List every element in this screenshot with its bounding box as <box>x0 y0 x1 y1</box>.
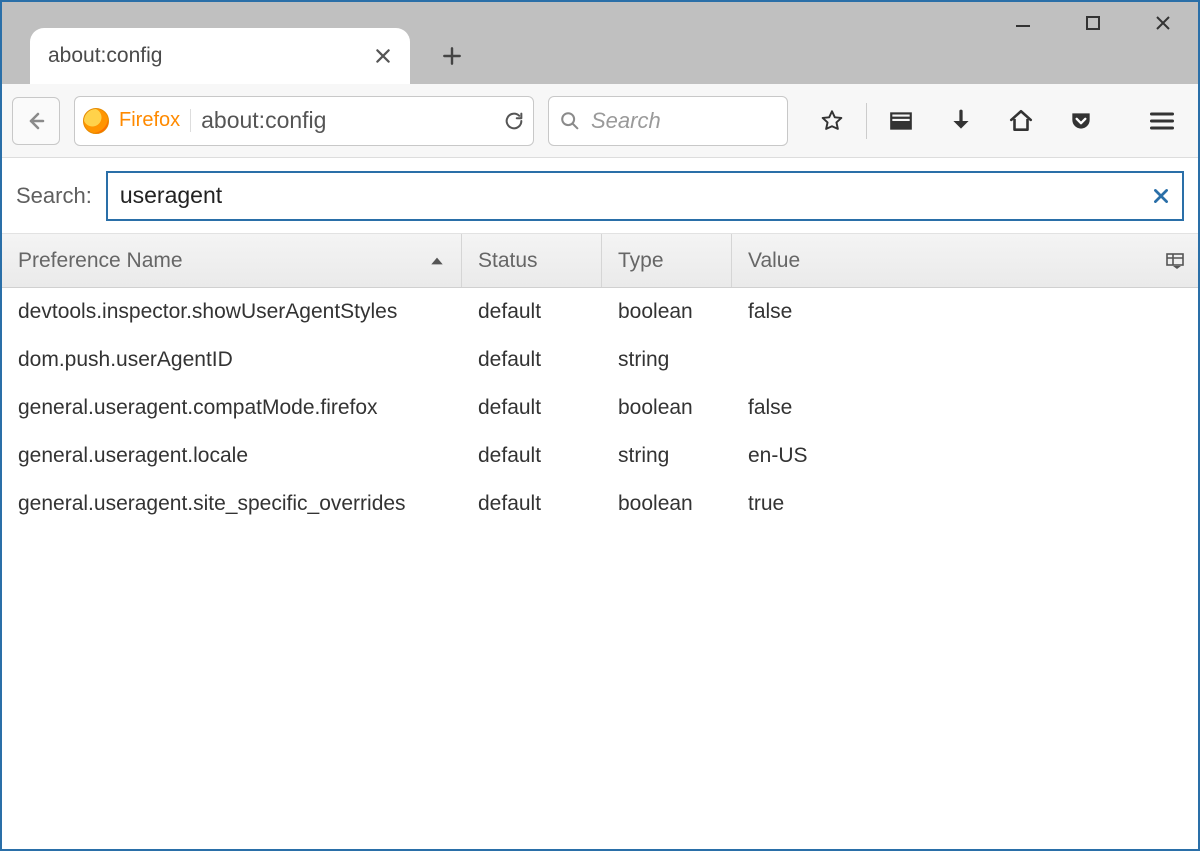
home-button[interactable] <box>995 95 1047 147</box>
cell-value: false <box>732 396 1198 420</box>
window-frame: about:config <box>0 0 1200 851</box>
cell-name: devtools.inspector.showUserAgentStyles <box>2 300 462 324</box>
table-row[interactable]: general.useragent.localedefaultstringen-… <box>2 432 1198 480</box>
column-header-value-label: Value <box>748 249 800 273</box>
close-icon <box>374 47 392 65</box>
config-search-bar: Search: <box>2 158 1198 234</box>
toolbar-separator <box>866 103 867 139</box>
table-row[interactable]: devtools.inspector.showUserAgentStylesde… <box>2 288 1198 336</box>
cell-status: default <box>462 492 602 516</box>
cell-status: default <box>462 444 602 468</box>
table-row[interactable]: general.useragent.site_specific_override… <box>2 480 1198 528</box>
pref-table-headers: Preference Name Status Type Value <box>2 234 1198 288</box>
clear-search-button[interactable] <box>1152 187 1170 205</box>
column-picker-icon <box>1165 251 1185 271</box>
cell-status: default <box>462 348 602 372</box>
firefox-logo-icon <box>83 108 109 134</box>
column-header-name-label: Preference Name <box>18 249 183 273</box>
reload-icon <box>503 110 525 132</box>
search-bar[interactable]: Search <box>548 96 788 146</box>
hamburger-icon <box>1148 107 1176 135</box>
minimize-button[interactable] <box>988 2 1058 44</box>
cell-value: false <box>732 300 1198 324</box>
cell-name: general.useragent.site_specific_override… <box>2 492 462 516</box>
tab-strip: about:config <box>2 2 476 84</box>
cell-type: boolean <box>602 396 732 420</box>
downloads-button[interactable] <box>935 95 987 147</box>
cell-value: en-US <box>732 444 1198 468</box>
address-bar[interactable]: Firefox about:config <box>74 96 534 146</box>
download-arrow-icon <box>948 108 974 134</box>
close-icon <box>1154 14 1172 32</box>
window-controls <box>988 2 1198 44</box>
column-header-status[interactable]: Status <box>462 234 602 287</box>
column-header-type[interactable]: Type <box>602 234 732 287</box>
cell-type: string <box>602 348 732 372</box>
tab-close-button[interactable] <box>374 47 392 65</box>
home-icon <box>1008 108 1034 134</box>
cell-status: default <box>462 396 602 420</box>
pocket-icon <box>1068 108 1094 134</box>
cell-type: boolean <box>602 300 732 324</box>
cell-name: general.useragent.locale <box>2 444 462 468</box>
pref-table-body: devtools.inspector.showUserAgentStylesde… <box>2 288 1198 849</box>
column-picker-button[interactable] <box>1152 251 1198 271</box>
reload-button[interactable] <box>503 110 525 132</box>
maximize-icon <box>1084 14 1102 32</box>
search-icon <box>559 110 581 132</box>
bookmark-star-button[interactable] <box>806 95 858 147</box>
close-icon <box>1152 187 1170 205</box>
cell-type: boolean <box>602 492 732 516</box>
cell-name: general.useragent.compatMode.firefox <box>2 396 462 420</box>
pocket-button[interactable] <box>1055 95 1107 147</box>
url-text: about:config <box>201 107 493 134</box>
minimize-icon <box>1014 14 1032 32</box>
plus-icon <box>441 45 463 67</box>
config-search-label: Search: <box>16 183 92 209</box>
table-row[interactable]: general.useragent.compatMode.firefoxdefa… <box>2 384 1198 432</box>
tab-title: about:config <box>48 44 162 68</box>
table-row[interactable]: dom.push.userAgentIDdefaultstring <box>2 336 1198 384</box>
star-icon <box>819 108 845 134</box>
search-placeholder: Search <box>591 108 661 134</box>
cell-value: true <box>732 492 1198 516</box>
toolbar-icons <box>806 95 1107 147</box>
browser-tab[interactable]: about:config <box>30 28 410 84</box>
nav-toolbar: Firefox about:config Search <box>2 84 1198 158</box>
sidebar-button[interactable] <box>875 95 927 147</box>
cell-type: string <box>602 444 732 468</box>
column-header-name[interactable]: Preference Name <box>2 234 462 287</box>
maximize-button[interactable] <box>1058 2 1128 44</box>
config-search-input[interactable] <box>120 182 1152 209</box>
arrow-left-icon <box>24 109 48 133</box>
config-search-field-wrap[interactable] <box>106 171 1184 221</box>
column-header-type-label: Type <box>618 249 664 273</box>
column-header-status-label: Status <box>478 249 538 273</box>
cell-name: dom.push.userAgentID <box>2 348 462 372</box>
column-header-value[interactable]: Value <box>732 234 1152 287</box>
back-button[interactable] <box>12 97 60 145</box>
sort-asc-icon <box>429 255 445 267</box>
cell-status: default <box>462 300 602 324</box>
titlebar: about:config <box>2 2 1198 84</box>
identity-label: Firefox <box>119 109 191 132</box>
menu-button[interactable] <box>1136 95 1188 147</box>
close-window-button[interactable] <box>1128 2 1198 44</box>
new-tab-button[interactable] <box>428 32 476 80</box>
sidebar-icon <box>888 108 914 134</box>
